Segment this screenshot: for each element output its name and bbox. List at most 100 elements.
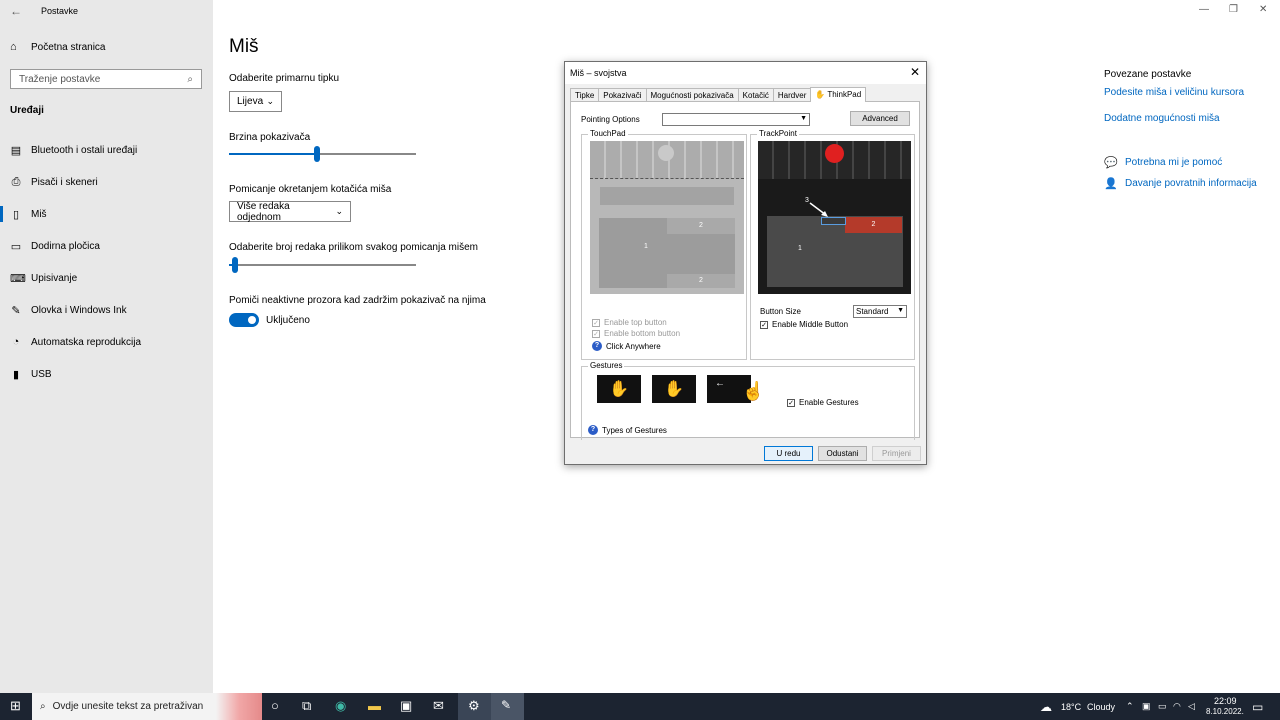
link-additional-mouse-options[interactable]: Dodatne mogućnosti miša xyxy=(1104,113,1220,124)
trackpoint-diagram: 2 3 1 xyxy=(758,141,911,294)
ok-button[interactable]: U redu xyxy=(764,446,813,461)
weather-condition[interactable]: Cloudy xyxy=(1087,702,1115,712)
sidebar-item-pen[interactable]: ✎ Olovka i Windows Ink xyxy=(10,300,126,320)
inactive-scroll-label: Pomiči neaktivne prozora kad zadržim pok… xyxy=(229,295,486,306)
touchpad-zone-1: 1 xyxy=(644,243,648,250)
trackpoint-nub-graphic xyxy=(658,145,674,161)
battery-icon[interactable]: ▭ xyxy=(1158,701,1167,712)
enable-top-button-checkbox[interactable]: ✓ Enable top button xyxy=(592,318,667,327)
weather-cloud-icon[interactable]: ☁ xyxy=(1040,700,1052,714)
tab-buttons[interactable]: Tipke xyxy=(570,88,600,102)
gestures-group: Gestures ✋ ✋ ← ☝ ✓ Enable Gestures ? Typ… xyxy=(581,361,915,440)
pointing-options-label: Pointing Options xyxy=(581,115,640,124)
link-mouse-cursor-size[interactable]: Podesite miša i veličinu kursora xyxy=(1104,87,1244,98)
advanced-button[interactable]: Advanced xyxy=(850,111,910,126)
checkbox-box: ✓ xyxy=(787,398,795,407)
sidebar-item-touchpad[interactable]: ▭ Dodirna pločica xyxy=(10,236,100,256)
button-size-select[interactable]: Standard ▼ xyxy=(853,305,907,318)
clock-date[interactable]: 8.10.2022. xyxy=(1206,707,1244,716)
task-view-icon[interactable]: ⧉ xyxy=(302,698,311,714)
thinkpad-tab-panel: Pointing Options ▼ Advanced TouchPad 2 2… xyxy=(570,101,920,440)
slider-fill xyxy=(229,153,317,155)
chevron-down-icon: ▼ xyxy=(800,115,807,122)
trackpoint-group: TrackPoint 2 3 1 Button Size Standard ▼ xyxy=(750,129,915,360)
apply-button[interactable]: Primjeni xyxy=(872,446,921,461)
space-bar-graphic xyxy=(600,187,734,205)
edge-browser-icon[interactable]: ◉ xyxy=(335,698,346,714)
dialog-titlebar: Miš – svojstva ✕ xyxy=(565,62,926,84)
keyboard-icon: ⌨ xyxy=(10,272,26,285)
minimize-icon[interactable]: — xyxy=(1199,4,1209,15)
nav-section-title: Uređaji xyxy=(10,105,44,116)
pointing-options-select[interactable]: ▼ xyxy=(662,113,810,126)
slider-thumb[interactable] xyxy=(314,146,320,162)
tab-hardware[interactable]: Hardver xyxy=(772,88,812,102)
settings-taskbar-button[interactable]: ⚙ xyxy=(458,693,491,720)
app-title: Postavke xyxy=(41,6,79,16)
primary-button-dropdown[interactable]: Lijeva ⌄ xyxy=(229,91,282,112)
touchpad-zone-2-top: 2 xyxy=(667,218,735,234)
click-anywhere-link[interactable]: ? Click Anywhere xyxy=(592,341,661,351)
slider-thumb[interactable] xyxy=(232,257,238,273)
sidebar-item-autoplay[interactable]: ◔ Automatska reprodukcija xyxy=(10,332,141,352)
touchpad-group: TouchPad 2 2 1 ✓ Enable top button ✓ Ena… xyxy=(581,129,747,360)
enable-bottom-button-checkbox[interactable]: ✓ Enable bottom button xyxy=(592,329,680,338)
nav-home[interactable]: ⌂ Početna stranica xyxy=(10,41,106,53)
sidebar-item-usb[interactable]: ▮ USB xyxy=(10,364,52,384)
settings-search-input[interactable]: Traženje postavke ⌕ xyxy=(10,69,202,89)
store-icon[interactable]: ▣ xyxy=(400,698,412,714)
types-of-gestures-link[interactable]: ? Types of Gestures xyxy=(588,425,667,435)
help-question-icon: ? xyxy=(588,425,598,435)
link-give-feedback[interactable]: Davanje povratnih informacija xyxy=(1125,178,1257,189)
dialog-close-icon[interactable]: ✕ xyxy=(910,65,920,79)
lines-to-scroll-slider[interactable] xyxy=(229,257,416,273)
related-settings-title: Povezane postavke xyxy=(1104,69,1192,80)
search-highlight-image xyxy=(216,693,262,720)
cancel-button[interactable]: Odustani xyxy=(818,446,867,461)
windows-start-icon[interactable]: ⊞ xyxy=(10,698,21,714)
tab-pointers[interactable]: Pokazivači xyxy=(598,88,647,102)
button-size-label: Button Size xyxy=(760,307,801,316)
restore-icon[interactable]: ❐ xyxy=(1229,4,1238,15)
cortana-icon[interactable]: ○ xyxy=(271,698,279,713)
wheel-scroll-dropdown[interactable]: Više redaka odjednom ⌄ xyxy=(229,201,351,223)
sidebar-item-mouse[interactable]: ▯ Miš xyxy=(10,204,47,224)
weather-temperature[interactable]: 18°C xyxy=(1061,702,1081,712)
checkbox-label: Enable bottom button xyxy=(604,329,681,338)
sidebar-item-typing[interactable]: ⌨ Upisivanje xyxy=(10,268,77,288)
sidebar-item-printers[interactable]: ⎙ Pisači i skeneri xyxy=(10,172,98,192)
feedback-icon: 👤 xyxy=(1104,178,1118,190)
inactive-scroll-toggle[interactable] xyxy=(229,313,259,327)
tab-thinkpad[interactable]: ✋ ThinkPad xyxy=(810,87,867,102)
back-arrow-icon[interactable]: ← xyxy=(10,4,22,18)
clock-time[interactable]: 22:09 xyxy=(1214,696,1237,706)
tab-wheel[interactable]: Kotačić xyxy=(737,88,774,102)
sidebar-item-bluetooth[interactable]: ▤ Bluetooth i ostali uređaji xyxy=(10,140,137,160)
chevron-up-icon[interactable]: ⌃ xyxy=(1126,701,1134,712)
mouse-properties-dialog: Miš – svojstva ✕ Tipke Pokazivači Mogućn… xyxy=(564,61,927,465)
mouse-properties-taskbar-button[interactable]: ✎ xyxy=(491,693,524,720)
enable-middle-button-checkbox[interactable]: ✓ Enable Middle Button xyxy=(760,320,848,329)
three-finger-gesture-icon: ✋ xyxy=(652,375,696,403)
tray-app-icon[interactable]: ▣ xyxy=(1142,701,1151,712)
enable-gestures-checkbox[interactable]: ✓ Enable Gestures xyxy=(787,398,859,407)
search-icon: ⌕ xyxy=(187,73,193,85)
pointer-speed-slider[interactable] xyxy=(229,146,416,162)
sidebar-item-label: Automatska reprodukcija xyxy=(31,336,142,348)
touchpad-diagram: 2 2 1 xyxy=(590,141,744,294)
dialog-title: Miš – svojstva xyxy=(570,68,627,78)
mail-icon[interactable]: ✉ xyxy=(433,698,444,714)
chevron-down-icon: ⌄ xyxy=(335,206,343,216)
notification-icon[interactable]: ▭ xyxy=(1252,700,1263,714)
thinkpad-icon: ✋ xyxy=(815,90,826,99)
checkbox-label: Enable top button xyxy=(604,318,667,327)
link-get-help[interactable]: Potrebna mi je pomoć xyxy=(1125,157,1222,168)
network-icon[interactable]: ◠ xyxy=(1173,701,1181,712)
help-link-label: Click Anywhere xyxy=(606,341,661,351)
close-icon[interactable]: ✕ xyxy=(1259,4,1267,15)
taskbar-search-placeholder: Ovdje unesite tekst za pretraživan xyxy=(52,701,204,712)
settings-sidebar: ← Postavke ⌂ Početna stranica Traženje p… xyxy=(0,0,213,693)
file-explorer-icon[interactable]: ▬ xyxy=(368,698,381,713)
tab-pointer-options[interactable]: Mogućnosti pokazivača xyxy=(645,88,739,102)
volume-icon[interactable]: ◁ xyxy=(1188,701,1195,712)
